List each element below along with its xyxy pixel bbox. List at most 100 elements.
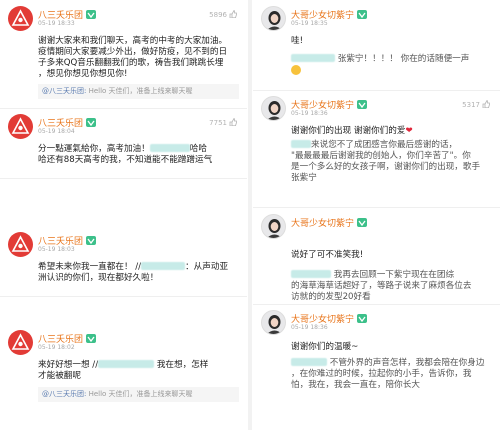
avatar[interactable] [261, 310, 286, 335]
comment-line: 张紫宁！！！！ 你在的话随便一声 [291, 54, 494, 65]
timestamp: 05-19 18:35 [291, 20, 328, 27]
divider [0, 296, 247, 297]
comment-body: 哇! [291, 36, 494, 47]
comment-body: 来好好想一想 // 我在想，怎样 才能被翻呢 [38, 360, 241, 382]
like-count[interactable]: 5896 [209, 10, 237, 19]
thumbs-up-icon [482, 100, 490, 108]
smile-emoji-icon [291, 65, 301, 75]
heart-icon: ❤ [405, 126, 413, 136]
like-count[interactable]: 7751 [209, 118, 237, 127]
comment-line: 分一點運氣給你，高考加油！ 哈哈 [38, 144, 207, 154]
comment-line: 来好好想一想 // 我在想，怎样 [38, 360, 209, 370]
comment-line: 希望未来你我一直都在！ //：从声动亚 [38, 262, 229, 272]
timestamp: 05-19 18:02 [38, 344, 75, 351]
comment-line: 张紫宁 [291, 173, 317, 183]
band-logo-icon [11, 333, 30, 350]
comment-line: 哈还有88天高考的我，不知道能不能蹭蹭运气 [38, 155, 213, 165]
divider [253, 207, 500, 208]
timestamp: 05-19 18:04 [38, 128, 75, 135]
comment-body: 希望未来你我一直都在！ //：从声动亚 洲认识的你们，现在都好久啦！ [38, 262, 241, 284]
vip-badge-icon [86, 118, 97, 127]
comment-line: "最最最最后谢谢我的创始人，你们辛苦了"。你 [291, 151, 471, 161]
vip-badge-icon [357, 314, 368, 323]
timestamp: 05-19 18:03 [38, 246, 75, 253]
reply-box[interactable]: @八三夭乐团: Hello 天佳们，准备上线来聊天喔 [38, 387, 239, 402]
avatar[interactable] [8, 330, 33, 355]
blurred-username [291, 358, 327, 366]
avatar[interactable] [261, 214, 286, 239]
reply-box[interactable]: @八三夭乐团: Hello 天佳们，准备上线来聊天喔 [38, 84, 239, 99]
band-logo-icon [11, 117, 30, 134]
quoted-comment: 不管外界的声音怎样，我都会陪在你身边 ，在你难过的时候，拉起你的小手，告诉你，我… [291, 358, 494, 391]
divider [0, 108, 247, 109]
timestamp: 05-19 18:36 [291, 324, 328, 331]
comment-line: 谢谢你们的出现 谢谢你们的爱❤ [291, 126, 413, 136]
thumbs-up-icon [229, 118, 237, 126]
comment-line: 的海草海草话超好了，等路子说来了麻烦各位去 [291, 281, 472, 291]
profile-photo-icon [266, 315, 283, 334]
reply-text: Hello 天佳们，准备上线来聊天喔 [88, 87, 193, 95]
divider [253, 304, 500, 305]
reply-text: Hello 天佳们，准备上线来聊天喔 [88, 390, 193, 398]
comment-line: 不管外界的声音怎样，我都会陪在你身边 [291, 358, 494, 369]
avatar[interactable] [8, 232, 33, 257]
blurred-username [149, 144, 190, 152]
reply-author[interactable]: @八三夭乐团: [42, 87, 86, 95]
comment-line [291, 65, 494, 78]
column-divider [248, 0, 252, 430]
reply-author[interactable]: @八三夭乐团: [42, 390, 86, 398]
comment-line: ，想见你想见你想见你! [38, 69, 128, 79]
username[interactable]: 大哥少女切紫宁 [291, 216, 368, 229]
blurred-username [98, 360, 155, 368]
timestamp: 05-19 18:36 [291, 110, 328, 117]
quoted-comment: 我再去回顾一下紫宁现在在团综 的海草海草话超好了，等路子说来了麻烦各位去 访就的… [291, 270, 494, 303]
blurred-username [141, 262, 186, 270]
blurred-username [291, 270, 331, 278]
avatar[interactable] [261, 96, 286, 121]
vip-badge-icon [86, 236, 97, 245]
comment-line: 谢谢你们的温暖~ [291, 342, 359, 352]
comment-body: 分一點運氣給你，高考加油！ 哈哈 哈还有88天高考的我，不知道能不能蹭蹭运气 [38, 144, 241, 166]
left-column: 八三夭乐团 05-19 18:33 5896 谢谢大家来和我们聊天，高考的中考的… [0, 0, 247, 430]
comment-line: ，在你难过的时候，拉起你的小手，告诉你，我 [291, 369, 472, 379]
avatar[interactable] [8, 6, 33, 31]
divider [253, 90, 500, 91]
vip-badge-icon [86, 334, 97, 343]
comment-body: 说好了可不准笑我! [291, 250, 494, 261]
comment-line: 是一个多么好的女孩子啊，谢谢你们的出现，歌手 [291, 162, 481, 172]
vip-badge-icon [86, 10, 97, 19]
comment-line: 疫情期间大家要减少外出，做好防疫，见不到的日 [38, 47, 228, 57]
comment-body: 谢谢你们的出现 谢谢你们的爱❤ [291, 126, 494, 137]
band-logo-icon [11, 9, 30, 26]
screenshot: 八三夭乐团 05-19 18:33 5896 谢谢大家来和我们聊天，高考的中考的… [0, 0, 500, 430]
comment-line: 谢谢大家来和我们聊天，高考的中考的大家加油。 [38, 36, 228, 46]
blurred-username [291, 140, 311, 148]
comment-line: 子多来QQ音乐翻翻我们的歌，祷告我们跳跳长埋 [38, 58, 224, 68]
blurred-username [291, 54, 335, 62]
comment-line: 访就的的发型20好看 [291, 292, 371, 302]
like-count[interactable]: 5317 [462, 100, 490, 109]
avatar[interactable] [8, 114, 33, 139]
comment-line: 来说您不了成团感言你最后感谢的话， [291, 140, 494, 151]
band-logo-icon [11, 235, 30, 252]
right-column: 大哥少女切紫宁 05-19 18:35 哇! 张紫宁！！！！ 你在的话随便一声 … [253, 0, 500, 430]
avatar[interactable] [261, 6, 286, 31]
comment-line: 哇! [291, 36, 304, 46]
divider [0, 178, 247, 179]
profile-photo-icon [266, 101, 283, 120]
thumbs-up-icon [229, 10, 237, 18]
comment-line: 我再去回顾一下紫宁现在在团综 [291, 270, 494, 281]
quoted-comment: 来说您不了成团感言你最后感谢的话， "最最最最后谢谢我的创始人，你们辛苦了"。你… [291, 140, 494, 184]
vip-badge-icon [357, 100, 368, 109]
quoted-comment: 张紫宁！！！！ 你在的话随便一声 [291, 54, 494, 78]
vip-badge-icon [357, 218, 368, 227]
comment-body: 谢谢大家来和我们聊天，高考的中考的大家加油。 疫情期间大家要减少外出，做好防疫，… [38, 36, 241, 80]
vip-badge-icon [357, 10, 368, 19]
profile-photo-icon [266, 219, 283, 238]
comment-line: 才能被翻呢 [38, 371, 81, 381]
comment-line: 怕，我在，我会一直在，陪你长大 [291, 380, 420, 390]
timestamp: 05-19 18:33 [38, 20, 75, 27]
comment-line: 说好了可不准笑我! [291, 250, 364, 260]
comment-line: 洲认识的你们，现在都好久啦！ [38, 273, 159, 283]
comment-body: 谢谢你们的温暖~ [291, 342, 494, 353]
